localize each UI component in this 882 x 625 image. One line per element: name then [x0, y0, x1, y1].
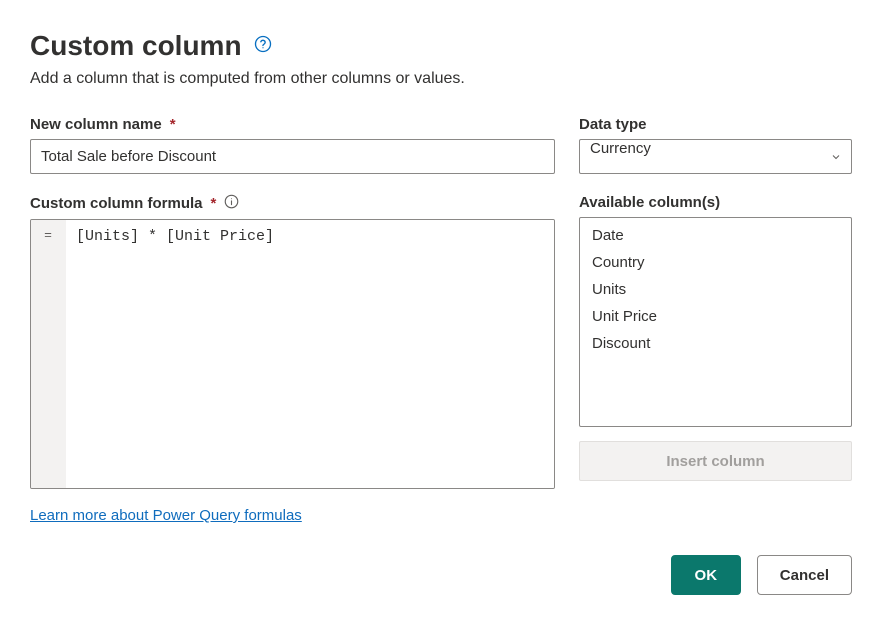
list-item[interactable]: Date — [580, 222, 851, 249]
help-icon[interactable] — [254, 35, 272, 58]
required-marker: * — [170, 116, 176, 133]
available-columns-list[interactable]: Date Country Units Unit Price Discount — [579, 217, 852, 427]
list-item[interactable]: Country — [580, 249, 851, 276]
insert-column-button: Insert column — [579, 441, 852, 481]
page-title: Custom column — [30, 30, 242, 62]
formula-editor[interactable]: = — [30, 219, 555, 489]
formula-label: Custom column formula* — [30, 194, 555, 213]
list-item[interactable]: Units — [580, 276, 851, 303]
formula-textarea[interactable] — [66, 220, 554, 488]
data-type-select[interactable]: Currency — [579, 139, 852, 174]
learn-more-link[interactable]: Learn more about Power Query formulas — [30, 507, 302, 524]
info-icon[interactable] — [222, 194, 239, 213]
required-marker: * — [211, 195, 217, 212]
data-type-label: Data type — [579, 116, 852, 133]
page-subtitle: Add a column that is computed from other… — [30, 70, 852, 88]
formula-gutter: = — [31, 220, 66, 488]
new-column-name-label: New column name* — [30, 116, 555, 133]
ok-button[interactable]: OK — [671, 555, 741, 595]
new-column-name-input[interactable] — [30, 139, 555, 174]
list-item[interactable]: Discount — [580, 330, 851, 357]
cancel-button[interactable]: Cancel — [757, 555, 852, 595]
list-item[interactable]: Unit Price — [580, 303, 851, 330]
available-columns-label: Available column(s) — [579, 194, 852, 211]
